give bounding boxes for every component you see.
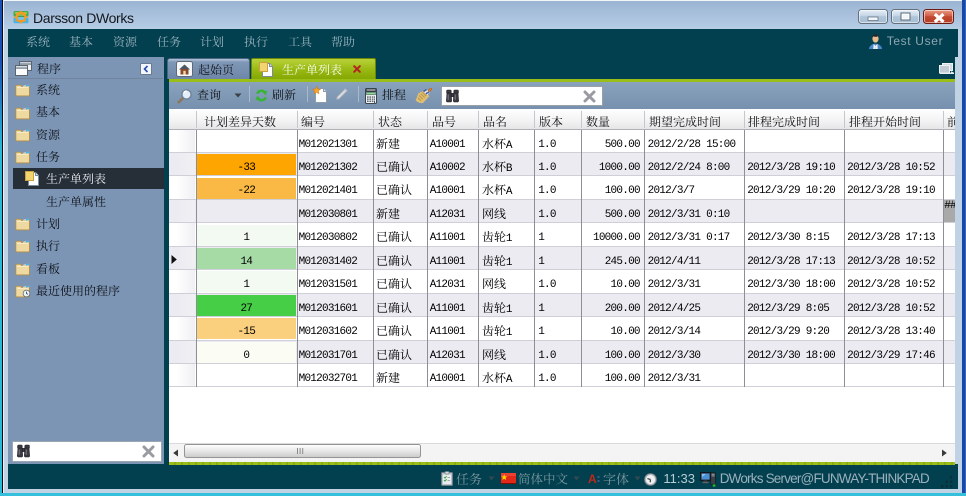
svg-text:A: A: [588, 473, 597, 485]
